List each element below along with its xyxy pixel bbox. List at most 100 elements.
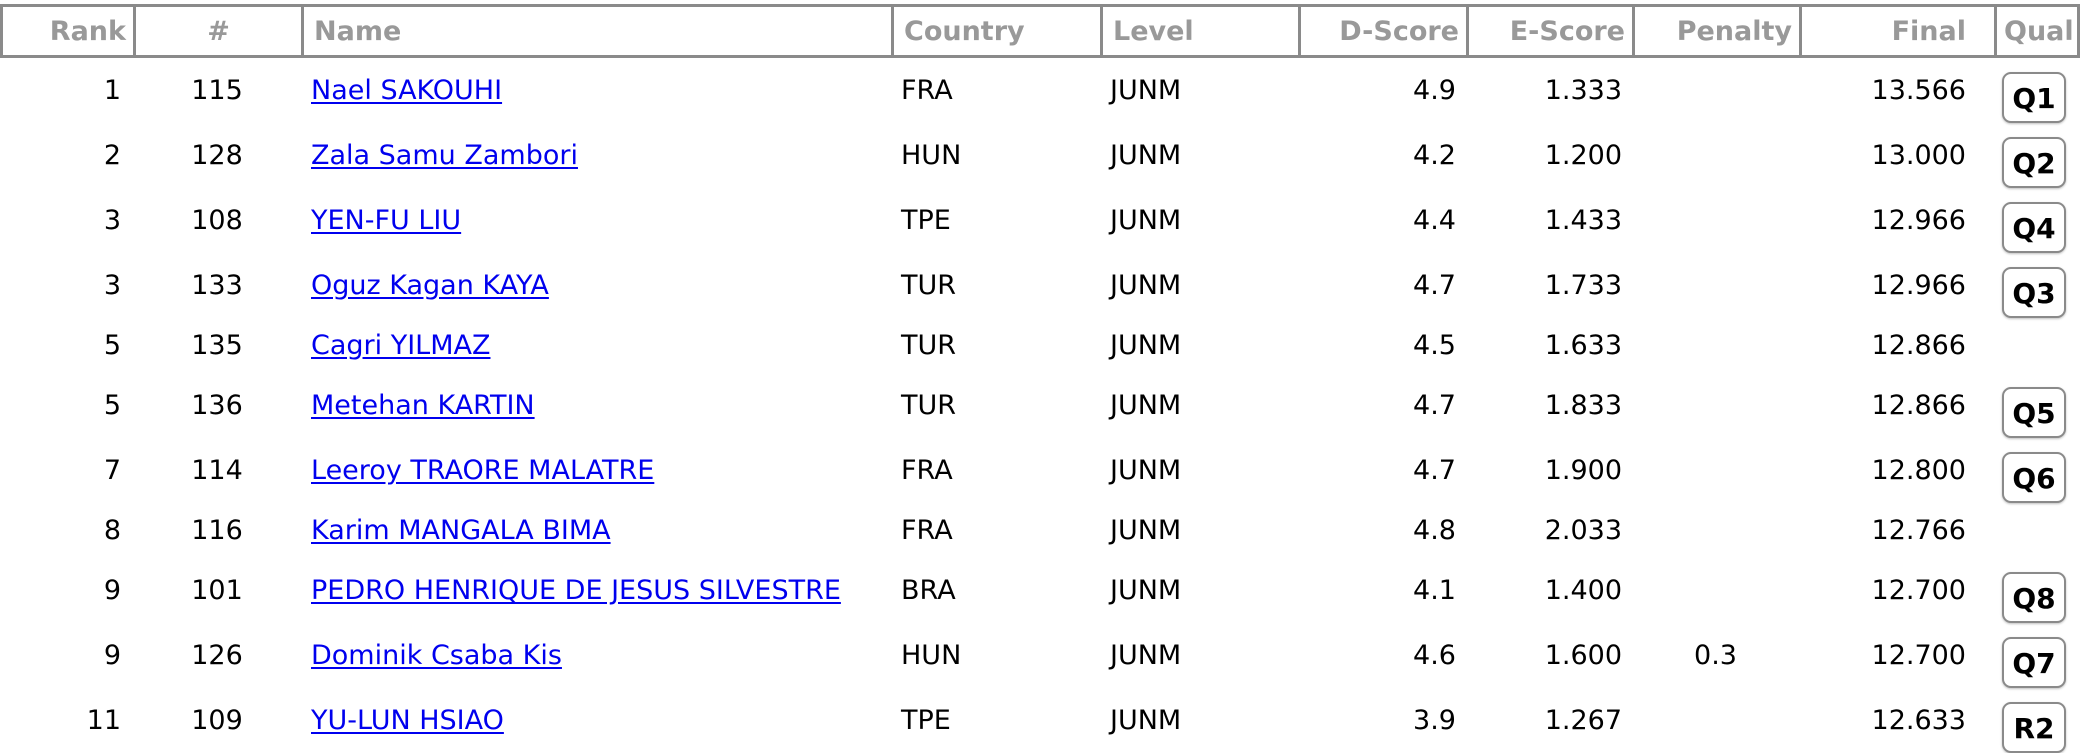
level-cell: JUNM — [1110, 75, 1182, 106]
number-cell: 128 — [191, 140, 243, 171]
athlete-name-link[interactable]: Karim MANGALA BIMA — [311, 515, 611, 546]
table-row: 8 116 Karim MANGALA BIMA FRA JUNM 4.8 2.033 12.… — [0, 503, 2080, 558]
athlete-name-link[interactable]: Oguz Kagan KAYA — [311, 270, 549, 301]
table-row: 11 109 YU-LUN HSIAO TPE JUNM 3.9 1.267 12.633 R2 — [0, 688, 2080, 753]
country-cell: BRA — [901, 575, 956, 606]
column-header-country[interactable]: Country — [891, 4, 1100, 58]
penalty-cell — [1632, 188, 1799, 253]
country-cell: FRA — [901, 515, 953, 546]
d-score-cell: 4.7 — [1413, 455, 1456, 486]
column-header-qual[interactable]: Qual — [1994, 4, 2080, 58]
name-cell: Nael SAKOUHI — [301, 58, 891, 123]
country-cell: TPE — [901, 205, 951, 236]
qual-cell: Q7 — [1994, 623, 2080, 688]
athlete-name-link[interactable]: YEN-FU LIU — [311, 205, 461, 236]
final-score-cell: 12.700 — [1871, 640, 1966, 671]
qual-cell: Q4 — [1994, 188, 2080, 253]
number-cell: 108 — [191, 205, 243, 236]
country-cell: FRA — [901, 455, 953, 486]
final-score-cell: 12.966 — [1871, 270, 1966, 301]
rank-cell: 5 — [103, 330, 121, 361]
qual-cell: Q1 — [1994, 58, 2080, 123]
e-score-cell: 1.900 — [1544, 455, 1622, 486]
rank-cell: 1 — [103, 75, 121, 106]
level-cell: JUNM — [1110, 270, 1182, 301]
penalty-cell — [1632, 58, 1799, 123]
name-cell: Dominik Csaba Kis — [301, 623, 891, 688]
qual-cell: Q2 — [1994, 123, 2080, 188]
penalty-cell — [1632, 438, 1799, 503]
number-cell: 135 — [191, 330, 243, 361]
athlete-name-link[interactable]: PEDRO HENRIQUE DE JESUS SILVESTRE — [311, 575, 841, 606]
level-cell: JUNM — [1110, 575, 1182, 606]
d-score-cell: 4.1 — [1413, 575, 1456, 606]
level-cell: JUNM — [1110, 140, 1182, 171]
country-cell: HUN — [901, 640, 962, 671]
column-header-name[interactable]: Name — [301, 4, 891, 58]
d-score-cell: 4.5 — [1413, 330, 1456, 361]
number-cell: 116 — [191, 515, 243, 546]
level-cell: JUNM — [1110, 390, 1182, 421]
level-cell: JUNM — [1110, 455, 1182, 486]
number-cell: 136 — [191, 390, 243, 421]
athlete-name-link[interactable]: Cagri YILMAZ — [311, 330, 490, 361]
d-score-cell: 4.7 — [1413, 270, 1456, 301]
final-score-cell: 12.766 — [1871, 515, 1966, 546]
athlete-name-link[interactable]: Nael SAKOUHI — [311, 75, 502, 106]
country-cell: FRA — [901, 75, 953, 106]
rank-cell: 3 — [103, 270, 121, 301]
athlete-name-link[interactable]: Leeroy TRAORE MALATRE — [311, 455, 654, 486]
number-cell: 109 — [191, 705, 243, 736]
rank-cell: 11 — [86, 705, 121, 736]
final-score-cell: 12.866 — [1871, 330, 1966, 361]
qualification-badge: Q5 — [2002, 387, 2066, 438]
d-score-cell: 4.4 — [1413, 205, 1456, 236]
athlete-name-link[interactable]: Metehan KARTIN — [311, 390, 535, 421]
final-score-cell: 12.966 — [1871, 205, 1966, 236]
e-score-cell: 1.600 — [1544, 640, 1622, 671]
final-score-cell: 13.000 — [1871, 140, 1966, 171]
number-cell: 114 — [191, 455, 243, 486]
d-score-cell: 4.9 — [1413, 75, 1456, 106]
qualification-badge: Q6 — [2002, 452, 2066, 503]
qualification-badge: Q1 — [2002, 72, 2066, 123]
qual-cell: Q3 — [1994, 253, 2080, 318]
country-cell: HUN — [901, 140, 962, 171]
name-cell: YU-LUN HSIAO — [301, 688, 891, 753]
column-header-penalty[interactable]: Penalty — [1632, 4, 1799, 58]
country-cell: TUR — [901, 270, 957, 301]
d-score-cell: 4.8 — [1413, 515, 1456, 546]
rank-cell: 9 — [103, 640, 121, 671]
qual-cell: Q6 — [1994, 438, 2080, 503]
level-cell: JUNM — [1110, 205, 1182, 236]
column-header-level[interactable]: Level — [1100, 4, 1298, 58]
table-body: 1 115 Nael SAKOUHI FRA JUNM 4.9 1.333 13.566 Q1 2… — [0, 58, 2080, 753]
qualification-badge: Q3 — [2002, 267, 2066, 318]
penalty-cell — [1632, 688, 1799, 753]
athlete-name-link[interactable]: YU-LUN HSIAO — [311, 705, 504, 736]
athlete-name-link[interactable]: Dominik Csaba Kis — [311, 640, 562, 671]
results-table: Rank # Name Country Level D-Score E-Scor… — [0, 4, 2080, 753]
table-row: 7 114 Leeroy TRAORE MALATRE FRA JUNM 4.7 1.900… — [0, 438, 2080, 503]
table-row: 2 128 Zala Samu Zambori HUN JUNM 4.2 1.200 13.0… — [0, 123, 2080, 188]
column-header-number[interactable]: # — [133, 4, 301, 58]
athlete-name-link[interactable]: Zala Samu Zambori — [311, 140, 578, 171]
d-score-cell: 4.2 — [1413, 140, 1456, 171]
level-cell: JUNM — [1110, 640, 1182, 671]
qual-cell: R2 — [1994, 688, 2080, 753]
rank-cell: 9 — [103, 575, 121, 606]
e-score-cell: 1.333 — [1544, 75, 1622, 106]
name-cell: Cagri YILMAZ — [301, 318, 891, 373]
column-header-rank[interactable]: Rank — [0, 4, 133, 58]
table-row: 3 133 Oguz Kagan KAYA TUR JUNM 4.7 1.733 12.966… — [0, 253, 2080, 318]
column-header-final[interactable]: Final — [1799, 4, 1994, 58]
column-header-d-score[interactable]: D-Score — [1298, 4, 1466, 58]
rank-cell: 3 — [103, 205, 121, 236]
penalty-cell — [1632, 503, 1799, 558]
table-row: 1 115 Nael SAKOUHI FRA JUNM 4.9 1.333 13.566 Q1 — [0, 58, 2080, 123]
country-cell: TUR — [901, 330, 957, 361]
level-cell: JUNM — [1110, 515, 1182, 546]
number-cell: 133 — [191, 270, 243, 301]
name-cell: Leeroy TRAORE MALATRE — [301, 438, 891, 503]
column-header-e-score[interactable]: E-Score — [1466, 4, 1632, 58]
